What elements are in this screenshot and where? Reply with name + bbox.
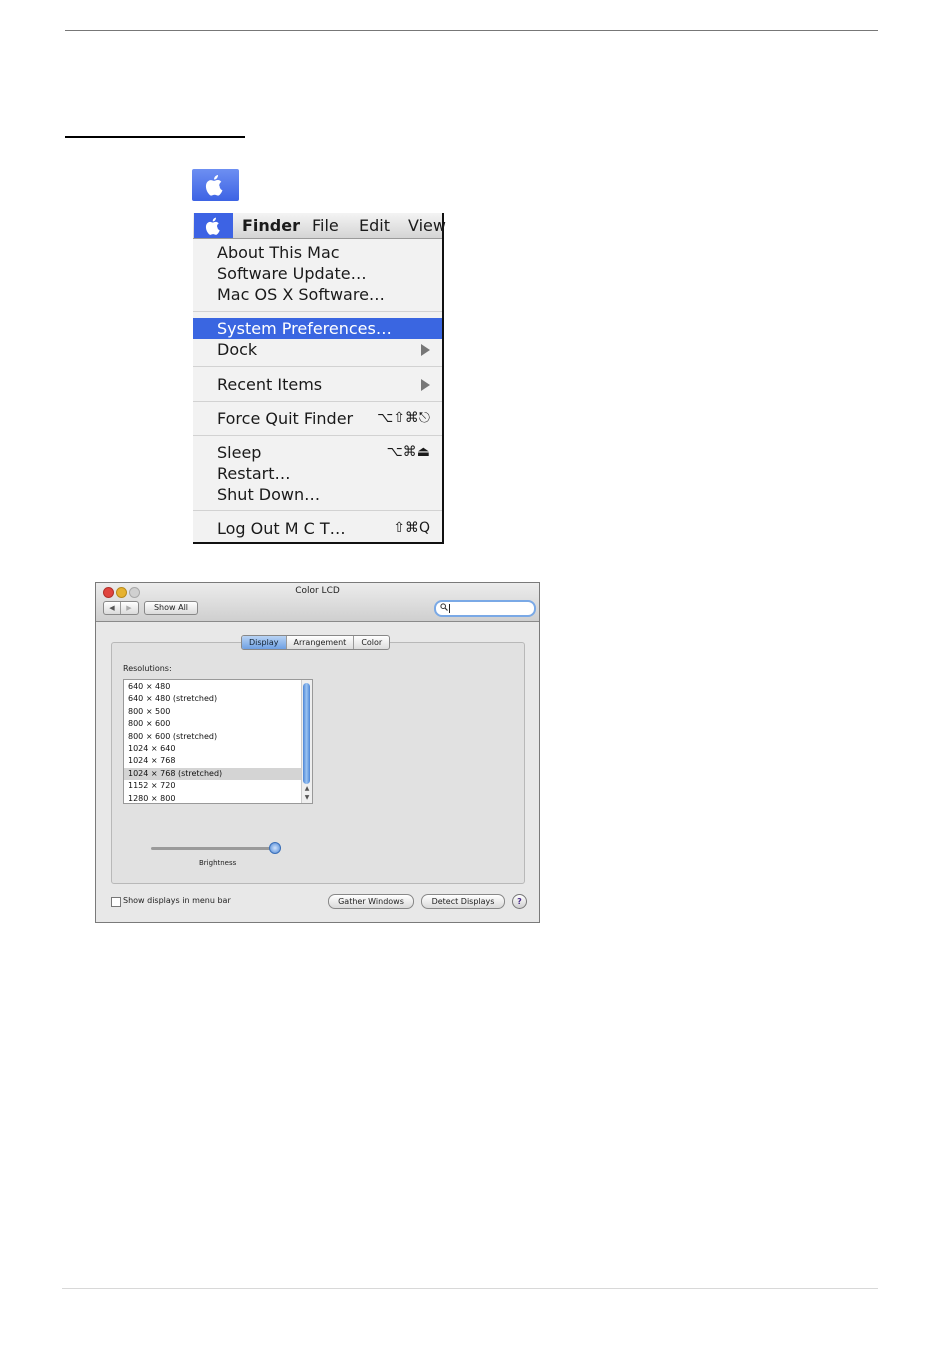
apple-logo-icon — [205, 175, 223, 196]
apple-menu-button[interactable] — [194, 213, 233, 238]
page-top-rule — [65, 30, 878, 31]
menu-item-label: About This Mac — [217, 243, 340, 262]
menu-separator — [193, 510, 442, 511]
brightness-label: Brightness — [199, 859, 237, 867]
apple-menu-icon[interactable] — [192, 169, 239, 201]
list-item-selected[interactable]: 1024 × 768 (stretched) — [124, 767, 302, 780]
show-all-button[interactable]: Show All — [144, 601, 198, 615]
menu-item-dock[interactable]: Dock — [193, 339, 442, 360]
menu-item-recent-items[interactable]: Recent Items — [193, 374, 442, 395]
tab-bar: Display Arrangement Color — [241, 635, 391, 650]
submenu-arrow-icon — [421, 344, 430, 356]
menubar-view[interactable]: View — [408, 216, 446, 236]
menu-item-label: Log Out M C T… — [217, 519, 346, 538]
tab-display[interactable]: Display — [242, 636, 287, 649]
page-bottom-rule — [62, 1288, 878, 1289]
menu-item-label: Sleep — [217, 443, 262, 462]
forward-button[interactable]: ▶ — [121, 602, 137, 614]
heading-underline — [65, 136, 245, 138]
menu-item-label: Mac OS X Software… — [217, 285, 385, 304]
menu-item-sleep[interactable]: Sleep ⌥⌘⏏ — [193, 442, 442, 463]
nav-buttons: ◀ ▶ — [103, 601, 139, 615]
menu-item-restart[interactable]: Restart… — [193, 463, 442, 484]
menu-separator — [193, 311, 442, 312]
resolutions-label: Resolutions: — [123, 664, 172, 673]
menu-bar: Finder File Edit View — [193, 213, 446, 239]
list-item[interactable]: 1024 × 768 — [124, 755, 302, 767]
menubar-file[interactable]: File — [312, 216, 339, 236]
window-title: Color LCD — [295, 586, 340, 596]
list-item[interactable]: 1024 × 640 — [124, 743, 302, 755]
list-item[interactable]: 800 × 500 — [124, 706, 302, 718]
tab-arrangement[interactable]: Arrangement — [287, 636, 355, 649]
window-titlebar: Color LCD ◀ ▶ Show All — [96, 583, 539, 622]
menu-item-mac-os-x-software[interactable]: Mac OS X Software… — [193, 284, 442, 305]
menu-separator — [193, 401, 442, 402]
menu-item-label: Dock — [217, 340, 258, 359]
menu-item-label: Recent Items — [217, 375, 323, 394]
menu-item-shortcut: ⌥⇧⌘⎋ — [377, 410, 430, 426]
scroll-down-arrow-icon[interactable]: ▼ — [302, 794, 312, 802]
tab-color[interactable]: Color — [354, 636, 389, 649]
menu-item-label: System Preferences… — [217, 319, 392, 338]
help-button[interactable]: ? — [512, 894, 527, 909]
scroll-up-arrow-icon[interactable]: ▲ — [302, 785, 312, 793]
text-caret — [449, 604, 450, 613]
displays-preferences-window: Color LCD ◀ ▶ Show All Display Arrangeme… — [95, 582, 540, 923]
menu-item-about-this-mac[interactable]: About This Mac — [193, 242, 442, 263]
resolutions-scrollbar[interactable]: ▲ ▼ — [301, 680, 312, 803]
resolutions-list[interactable]: 640 × 480 640 × 480 (stretched) 800 × 50… — [123, 679, 313, 804]
menu-item-label: Force Quit Finder — [217, 409, 354, 428]
menu-item-force-quit-finder[interactable]: Force Quit Finder ⌥⇧⌘⎋ — [193, 408, 442, 429]
menu-item-log-out[interactable]: Log Out M C T… ⇧⌘Q — [193, 518, 442, 539]
apple-menu-screenshot: Finder File Edit View About This Mac Sof… — [193, 213, 446, 544]
list-item[interactable]: 1280 × 800 — [124, 793, 302, 805]
gather-windows-button[interactable]: Gather Windows — [328, 894, 414, 909]
menu-separator — [193, 435, 442, 436]
menu-separator — [193, 366, 442, 367]
menubar-finder[interactable]: Finder — [242, 216, 300, 236]
menu-item-software-update[interactable]: Software Update… — [193, 263, 442, 284]
menu-item-shut-down[interactable]: Shut Down… — [193, 484, 442, 505]
list-item[interactable]: 640 × 480 (stretched) — [124, 693, 302, 705]
apple-logo-icon — [205, 217, 220, 235]
brightness-slider-knob[interactable] — [268, 842, 281, 854]
list-item[interactable]: 1152 × 720 — [124, 780, 302, 792]
menu-item-label: Shut Down… — [217, 485, 321, 504]
menu-item-system-preferences[interactable]: System Preferences… — [193, 318, 442, 339]
list-item[interactable]: 800 × 600 — [124, 718, 302, 730]
list-item[interactable]: 800 × 600 (stretched) — [124, 731, 302, 743]
show-displays-label: Show displays in menu bar — [123, 896, 231, 905]
search-input[interactable] — [434, 600, 536, 617]
search-icon — [440, 603, 448, 614]
menu-item-shortcut: ⇧⌘Q — [393, 520, 430, 536]
menu-item-label: Software Update… — [217, 264, 367, 283]
scrollbar-thumb[interactable] — [303, 683, 310, 784]
show-displays-checkbox[interactable] — [111, 897, 121, 907]
brightness-slider[interactable] — [151, 847, 281, 850]
menu-item-label: Restart… — [217, 464, 291, 483]
detect-displays-button[interactable]: Detect Displays — [421, 894, 505, 909]
back-button[interactable]: ◀ — [104, 602, 121, 614]
list-item[interactable]: 640 × 480 — [124, 681, 302, 693]
menu-item-shortcut: ⌥⌘⏏ — [386, 444, 430, 460]
submenu-arrow-icon — [421, 379, 430, 391]
menubar-edit[interactable]: Edit — [359, 216, 390, 236]
